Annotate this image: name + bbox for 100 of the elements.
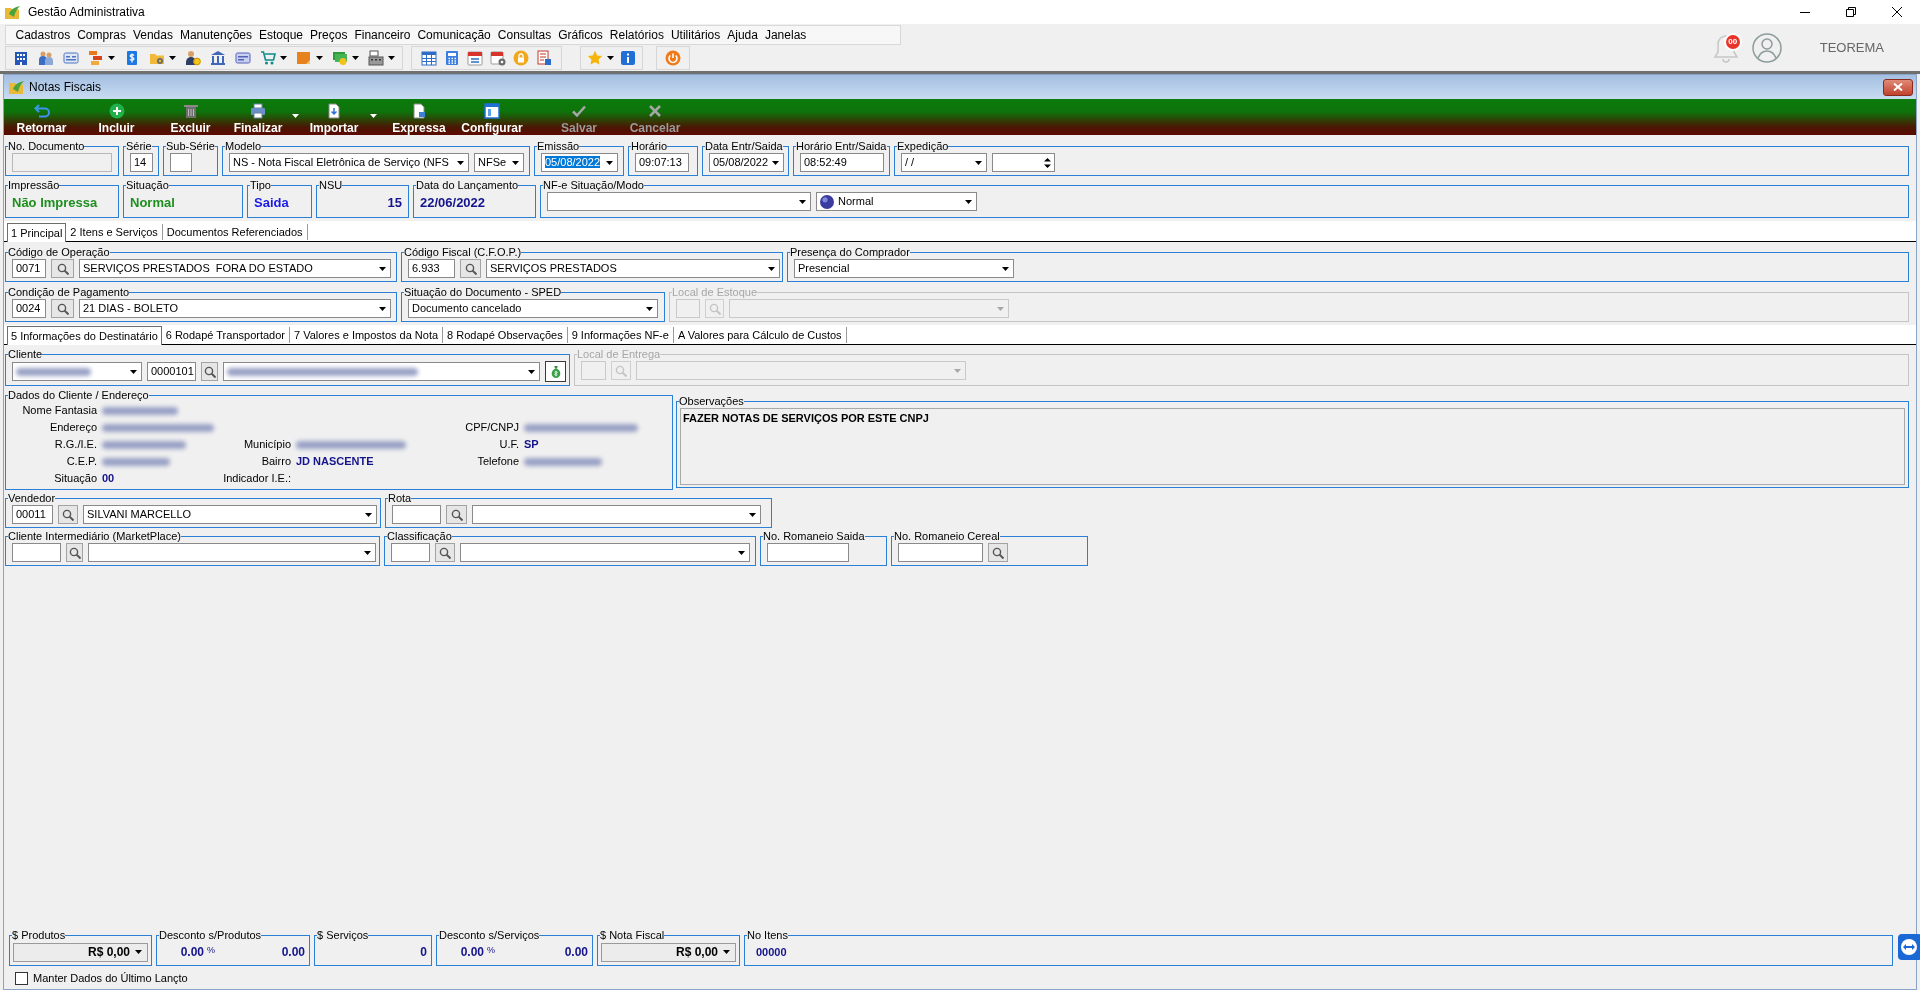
menu-item[interactable]: Cadastros — [12, 26, 74, 44]
dropdown[interactable]: 05/08/2022 — [709, 153, 784, 172]
dropdown[interactable]: NS - Nota Fiscal Eletrônica de Serviço (NFS — [229, 153, 469, 172]
text-field[interactable]: 09:07:13 — [635, 153, 689, 172]
percent-sign: % — [487, 944, 495, 957]
dropdown[interactable]: R$ 0,00 — [601, 942, 736, 962]
search-icon — [615, 364, 627, 377]
dropdown[interactable] — [472, 505, 761, 524]
dropdown[interactable]: NFSe — [474, 153, 524, 172]
input-field[interactable] — [170, 153, 192, 172]
menu-item[interactable]: Vendas — [129, 26, 177, 44]
text-field[interactable]: 00011 — [12, 505, 53, 524]
tab[interactable]: 9 Informações NF-e — [567, 327, 674, 343]
tab[interactable]: 7 Valores e Impostos da Nota — [290, 327, 444, 343]
dropdown[interactable] — [547, 192, 811, 211]
text-field[interactable]: 0071 — [12, 259, 46, 278]
dropdown[interactable]: Presencial — [794, 259, 1014, 278]
dropdown[interactable]: SERVIÇOS PRESTADOS FORA DO ESTADO — [79, 259, 391, 278]
dropdown[interactable]: / / — [901, 153, 987, 172]
notes-field[interactable]: FAZER NOTAS DE SERVIÇOS POR ESTE CNPJ — [680, 408, 1905, 485]
search-button[interactable] — [66, 543, 83, 562]
money-bag-button[interactable] — [545, 361, 566, 382]
field-label: Telefone — [476, 454, 519, 469]
tab[interactable]: 5 Informações do Destinatário — [7, 326, 162, 345]
dropdown[interactable]: Normal — [816, 192, 977, 211]
menu-item[interactable]: Utilitários — [667, 26, 724, 44]
menu-item[interactable]: Gráficos — [554, 26, 607, 44]
dropdown[interactable]: SERVIÇOS PRESTADOS — [486, 259, 780, 278]
toolbar-button[interactable]: Importar — [301, 99, 379, 135]
input-field[interactable] — [12, 543, 61, 562]
search-button[interactable] — [58, 505, 78, 524]
input-field[interactable] — [391, 543, 430, 562]
toolbar-button[interactable]: Finalizar — [227, 99, 301, 135]
id-card-icon — [63, 50, 79, 66]
tab[interactable]: Documentos Referenciados — [162, 224, 308, 240]
tab[interactable]: 1 Principal — [7, 223, 67, 242]
search-icon — [464, 262, 477, 275]
text-field[interactable]: 0024 — [12, 299, 46, 318]
caret-icon — [954, 368, 961, 373]
input-field[interactable] — [392, 505, 441, 524]
menu-item[interactable]: Relatórios — [606, 26, 668, 44]
search-button[interactable] — [988, 543, 1008, 562]
search-button[interactable] — [435, 543, 455, 562]
dropdown[interactable]: 05/08/2022 — [541, 153, 618, 172]
text-field[interactable]: 6.933 — [408, 259, 455, 278]
menu-item[interactable]: Ajuda — [723, 26, 762, 44]
dropdown[interactable] — [460, 543, 750, 562]
input-field[interactable] — [12, 153, 112, 172]
dropdown[interactable]: SILVANI MARCELLO — [83, 505, 377, 524]
dropdown[interactable] — [12, 362, 142, 381]
user-icon[interactable] — [1751, 32, 1782, 63]
text-field[interactable]: 08:52:49 — [800, 153, 884, 172]
checkbox[interactable] — [15, 971, 28, 985]
menu-item[interactable]: Comunicação — [413, 26, 495, 44]
menu-item[interactable]: Compras — [73, 26, 130, 44]
status-text: 22/06/2022 — [420, 194, 486, 212]
toolbar-button[interactable]: Incluir — [79, 99, 154, 135]
tab[interactable]: 2 Itens e Serviços — [66, 224, 163, 240]
input-field[interactable] — [767, 543, 849, 562]
toolbar-button[interactable]: Excluir — [154, 99, 227, 135]
menu-item[interactable]: Janelas — [761, 26, 810, 44]
menu-item[interactable]: Estoque — [255, 26, 307, 44]
search-button[interactable] — [446, 505, 467, 524]
dropdown[interactable] — [88, 543, 376, 562]
search-button[interactable] — [51, 299, 74, 318]
percent-value: 0.00 — [459, 944, 484, 961]
check-icon — [571, 103, 587, 119]
toolbar-button[interactable]: Retornar — [4, 99, 79, 135]
double-arrow-icon[interactable] — [1898, 934, 1920, 960]
text-field[interactable]: 14 — [130, 153, 153, 172]
percent-sign: % — [207, 944, 215, 957]
dropdown[interactable]: Documento cancelado — [408, 299, 658, 318]
text-field[interactable]: 0000101 — [147, 362, 196, 381]
group-label: No. Romaneio Cereal — [894, 530, 1000, 543]
toolbar-button[interactable]: Configurar — [459, 99, 525, 135]
menu-item[interactable]: Financeiro — [350, 26, 414, 44]
menu-item[interactable]: Manutenções — [176, 26, 256, 44]
menu-item[interactable]: Consultas — [494, 26, 555, 44]
search-button[interactable] — [201, 362, 218, 381]
tab[interactable]: 8 Rodapé Observações — [443, 327, 568, 343]
menu-item[interactable]: Preços — [306, 26, 351, 44]
hierarchy-icon — [88, 50, 104, 66]
close-button[interactable] — [1883, 78, 1913, 96]
dropdown[interactable]: 21 DIAS - BOLETO — [79, 299, 391, 318]
percent-value: 0.00 — [179, 944, 204, 961]
caret-icon — [169, 56, 176, 60]
power-icon — [665, 50, 681, 66]
restore-icon — [1846, 7, 1856, 17]
star-icon — [587, 50, 603, 66]
status-text: Normal — [130, 194, 175, 212]
tab[interactable]: A Valores para Cálculo de Custos — [673, 327, 847, 343]
tab[interactable]: 6 Rodapé Transportador — [161, 327, 290, 343]
input-field[interactable] — [898, 543, 983, 562]
dropdown[interactable] — [223, 362, 540, 381]
toolbar-button[interactable]: Expressa — [379, 99, 459, 135]
spin-field[interactable] — [992, 153, 1055, 172]
search-button[interactable] — [51, 259, 74, 278]
search-button[interactable] — [460, 259, 481, 278]
dropdown[interactable]: R$ 0,00 — [13, 942, 148, 962]
toolbar-button[interactable] — [368, 47, 395, 69]
